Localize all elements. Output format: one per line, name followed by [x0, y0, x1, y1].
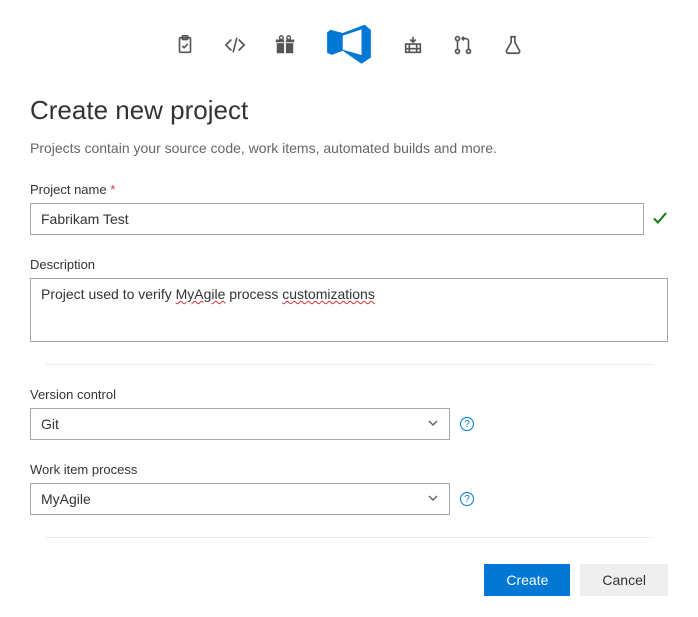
create-button[interactable]: Create	[484, 564, 570, 596]
description-field: Description Project used to verify MyAgi…	[30, 257, 668, 342]
gift-icon[interactable]	[274, 34, 296, 56]
code-icon[interactable]	[224, 34, 246, 56]
page-title: Create new project	[30, 95, 668, 126]
project-name-label: Project name *	[30, 182, 668, 197]
pull-request-icon[interactable]	[452, 34, 474, 56]
work-item-process-field: Work item process MyAgile ?	[30, 462, 668, 515]
description-input[interactable]: Project used to verify MyAgile process c…	[30, 278, 668, 342]
project-name-input[interactable]	[30, 203, 644, 235]
help-icon[interactable]: ?	[460, 417, 474, 431]
divider	[46, 537, 652, 538]
cancel-button[interactable]: Cancel	[580, 564, 668, 596]
service-icon-row	[30, 20, 668, 70]
clipboard-check-icon[interactable]	[174, 34, 196, 56]
azure-devops-icon[interactable]	[324, 20, 374, 70]
chevron-down-icon	[427, 416, 439, 432]
version-control-field: Version control Git ?	[30, 387, 668, 440]
chevron-down-icon	[427, 491, 439, 507]
version-control-label: Version control	[30, 387, 668, 402]
work-item-process-value: MyAgile	[41, 491, 91, 507]
test-flask-icon[interactable]	[502, 34, 524, 56]
version-control-value: Git	[41, 416, 59, 432]
version-control-select[interactable]: Git	[30, 408, 450, 440]
project-name-field: Project name *	[30, 182, 668, 235]
work-item-process-select[interactable]: MyAgile	[30, 483, 450, 515]
build-icon[interactable]	[402, 34, 424, 56]
help-icon[interactable]: ?	[460, 492, 474, 506]
button-row: Create Cancel	[30, 564, 668, 596]
divider	[46, 364, 652, 365]
page-subtitle: Projects contain your source code, work …	[30, 140, 668, 156]
checkmark-icon	[652, 210, 668, 229]
description-label: Description	[30, 257, 668, 272]
work-item-process-label: Work item process	[30, 462, 668, 477]
required-marker: *	[110, 182, 115, 197]
